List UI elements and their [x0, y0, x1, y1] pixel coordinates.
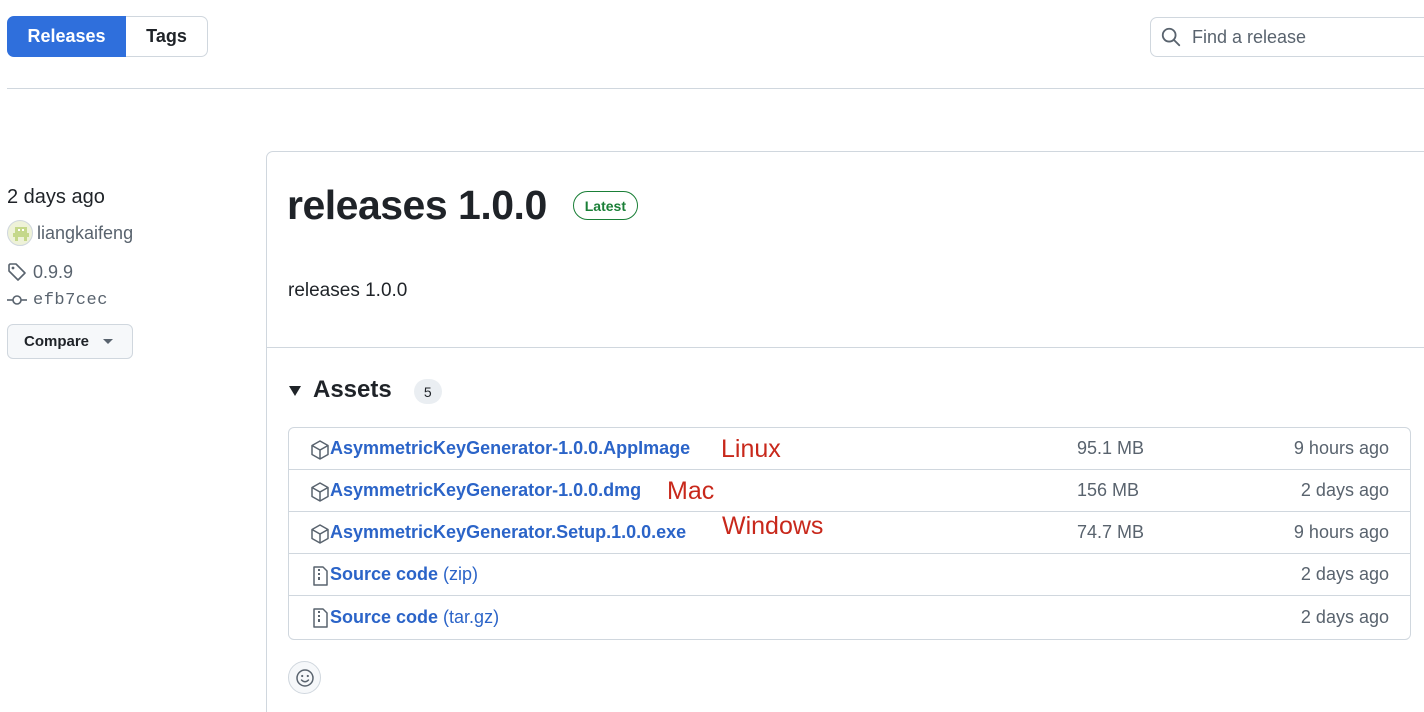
- asset-time: 9 hours ago: [1293, 438, 1389, 458]
- tag-row[interactable]: 0.9.9: [7, 258, 247, 286]
- compare-button[interactable]: Compare: [7, 324, 133, 359]
- asset-format[interactable]: (zip): [438, 564, 478, 584]
- asset-time: 2 days ago: [1300, 480, 1389, 500]
- divider: [7, 88, 1424, 89]
- asset-row: Source code (tar.gz) 2 days ago: [289, 596, 1410, 638]
- compare-label: Compare: [24, 333, 90, 350]
- asset-size: 95.1 MB: [1077, 438, 1145, 458]
- asset-size: 156 MB: [1077, 480, 1140, 500]
- asset-link[interactable]: Source code (tar.gz): [330, 607, 499, 628]
- platform-annotation: Linux: [721, 435, 781, 463]
- asset-row: AsymmetricKeyGenerator-1.0.0.AppImage Li…: [289, 428, 1410, 470]
- git-commit-icon: [7, 287, 33, 313]
- release-card: releases 1.0.0 Latest releases 1.0.0 Ass…: [266, 151, 1424, 712]
- platform-annotation: Mac: [667, 477, 715, 505]
- asset-link[interactable]: AsymmetricKeyGenerator-1.0.0.dmg: [330, 480, 641, 501]
- package-icon: [311, 482, 329, 502]
- asset-time: 2 days ago: [1300, 606, 1389, 627]
- tag-name[interactable]: 0.9.9: [33, 262, 73, 283]
- asset-format[interactable]: (tar.gz): [438, 607, 499, 627]
- asset-row: AsymmetricKeyGenerator-1.0.0.dmg Mac 156…: [289, 470, 1410, 512]
- release-search[interactable]: [1150, 17, 1424, 57]
- asset-name[interactable]: Source code: [330, 607, 438, 627]
- asset-row: AsymmetricKeyGenerator.Setup.1.0.0.exe W…: [289, 512, 1410, 554]
- divider: [267, 347, 1424, 348]
- package-icon: [311, 440, 329, 460]
- asset-name[interactable]: AsymmetricKeyGenerator-1.0.0.AppImage: [330, 438, 690, 458]
- release-header: releases 1.0.0 Latest: [287, 182, 638, 229]
- search-input[interactable]: [1192, 26, 1412, 48]
- latest-badge: Latest: [572, 191, 638, 220]
- file-zip-icon: [313, 608, 328, 628]
- release-date: 2 days ago: [7, 186, 105, 208]
- assets-title: Assets: [313, 375, 392, 403]
- smiley-icon: [295, 668, 314, 687]
- release-notes: releases 1.0.0: [288, 280, 408, 301]
- asset-name[interactable]: AsymmetricKeyGenerator-1.0.0.dmg: [330, 480, 641, 500]
- platform-annotation: Windows: [722, 512, 824, 540]
- asset-name[interactable]: AsymmetricKeyGenerator.Setup.1.0.0.exe: [330, 522, 686, 542]
- tab-releases[interactable]: Releases: [7, 16, 126, 57]
- assets-count: 5: [413, 379, 442, 404]
- releases-page: Releases Tags 2 days ago liangkaifen: [0, 0, 1424, 712]
- package-icon: [311, 524, 329, 544]
- asset-link[interactable]: AsymmetricKeyGenerator.Setup.1.0.0.exe: [330, 522, 686, 543]
- asset-size: 74.7 MB: [1077, 522, 1145, 542]
- author-name[interactable]: liangkaifeng: [37, 223, 133, 244]
- asset-time: 2 days ago: [1300, 564, 1389, 584]
- triangle-down-icon: [103, 339, 114, 344]
- release-tabs: Releases Tags: [7, 16, 208, 57]
- avatar: [7, 220, 33, 246]
- file-zip-icon: [313, 566, 328, 586]
- asset-link[interactable]: AsymmetricKeyGenerator-1.0.0.AppImage: [330, 438, 690, 459]
- add-reaction-button[interactable]: [288, 661, 321, 694]
- asset-time: 9 hours ago: [1293, 522, 1389, 542]
- asset-row: Source code (zip) 2 days ago: [289, 554, 1410, 596]
- release-sidebar: 2 days ago liangkaifeng 0.9.9 efb7cec Co…: [7, 180, 247, 359]
- triangle-down-icon: [289, 385, 301, 396]
- assets-toggle[interactable]: Assets 5: [289, 375, 442, 404]
- assets-list: AsymmetricKeyGenerator-1.0.0.AppImage Li…: [288, 427, 1411, 640]
- tab-tags[interactable]: Tags: [126, 16, 208, 57]
- author-row[interactable]: liangkaifeng: [7, 219, 247, 247]
- commit-row[interactable]: efb7cec: [7, 286, 247, 314]
- asset-link[interactable]: Source code (zip): [330, 564, 478, 585]
- release-title[interactable]: releases 1.0.0: [287, 182, 547, 229]
- search-icon: [1161, 27, 1181, 47]
- tag-icon: [7, 259, 33, 285]
- commit-hash[interactable]: efb7cec: [33, 291, 108, 310]
- asset-name[interactable]: Source code: [330, 564, 438, 584]
